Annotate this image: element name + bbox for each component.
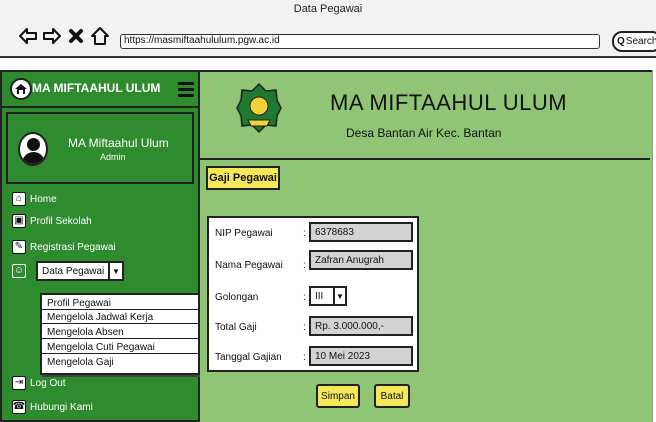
colon: : <box>303 228 306 239</box>
search-button-label: Search <box>625 36 656 47</box>
golongan-selected-value: III <box>315 290 324 302</box>
browser-toolbar: Data Pegawai https://masmiftaahululum.pg… <box>0 0 656 58</box>
sidebar-brand: MA MIFTAAHUL ULUM <box>32 81 161 95</box>
sidebar-item-home[interactable]: ⌂ Home <box>12 190 57 208</box>
colon: : <box>303 322 306 333</box>
page-title: MA MIFTAAHUL ULUM <box>330 90 568 115</box>
edit-icon: ✎ <box>12 240 26 254</box>
total-gaji-label: Total Gaji <box>215 322 257 333</box>
scrollbar[interactable] <box>652 70 656 422</box>
sidebar-item-label: Home <box>30 193 57 205</box>
data-pegawai-dropdown-menu: Profil Pegawai Mengelola Jadwal Kerja Me… <box>40 293 200 375</box>
nama-label: Nama Pegawai <box>215 260 283 271</box>
sidebar-item-log-out[interactable]: ⇥ Log Out <box>12 374 66 392</box>
main-content: MA MIFTAAHUL ULUM Desa Bantan Air Kec. B… <box>200 70 656 422</box>
sidebar-item-label: Registrasi Pegawai <box>30 241 116 253</box>
dropdown-option-profil-pegawai[interactable]: Profil Pegawai <box>42 297 198 310</box>
section-label: Gaji Pegawai <box>206 166 280 190</box>
dropdown-option-jadwal-kerja[interactable]: Mengelola Jadwal Kerja <box>42 311 198 324</box>
dropdown-option-gaji[interactable]: Mengelola Gaji <box>42 356 198 369</box>
nama-field[interactable]: Zafran Anugrah <box>309 250 413 270</box>
colon: : <box>303 260 306 271</box>
sidebar-item-hubungi-kami[interactable]: ☎ Hubungi Kami <box>12 398 93 416</box>
cancel-button[interactable]: Batal <box>374 384 410 408</box>
home-nav-button[interactable] <box>90 26 110 46</box>
address-bar[interactable]: https://masmiftaahululum.pgw.ac.id <box>120 34 600 49</box>
close-icon <box>69 29 83 43</box>
window-title: Data Pegawai <box>293 3 363 15</box>
sidebar-item-data-pegawai-icon-wrap: ☺ <box>12 262 26 280</box>
arrow-right-icon <box>43 28 61 44</box>
golongan-label: Golongan <box>215 292 259 303</box>
profile-role: Admin <box>100 152 126 162</box>
colon: : <box>303 352 306 363</box>
data-pegawai-dropdown[interactable]: Data Pegawai ▼ <box>36 261 124 281</box>
chevron-down-icon: ▼ <box>333 288 345 304</box>
phone-icon: ☎ <box>12 400 26 414</box>
golongan-select[interactable]: III ▼ <box>309 286 347 306</box>
sidebar-item-label: Log Out <box>30 377 66 389</box>
house-icon: ⌂ <box>12 192 26 206</box>
sidebar-item-label: Profil Sekolah <box>30 215 92 227</box>
hamburger-icon[interactable] <box>178 82 194 100</box>
chevron-down-icon: ▼ <box>108 263 122 279</box>
forward-button[interactable] <box>42 26 62 46</box>
dropdown-selected-value: Data Pegawai <box>42 265 105 277</box>
total-gaji-field[interactable]: Rp. 3.000.000,- <box>309 316 413 336</box>
page-subtitle: Desa Bantan Air Kec. Bantan <box>346 126 502 140</box>
profile-card: MA Miftaahul Ulum Admin <box>6 112 194 184</box>
colon: : <box>303 292 306 303</box>
tanggal-gajian-label: Tanggal Gajian <box>215 352 282 363</box>
stop-button[interactable] <box>66 26 86 46</box>
logout-icon: ⇥ <box>12 376 26 390</box>
header-divider <box>200 158 650 160</box>
profile-name: MA Miftaahul Ulum <box>68 136 169 150</box>
kemenag-logo-icon <box>236 82 282 134</box>
user-icon: ☺ <box>12 264 26 278</box>
dropdown-option-cuti-pegawai[interactable]: Mengelola Cuti Pegawai <box>42 341 198 354</box>
search-button[interactable]: Q Search <box>612 31 656 52</box>
nip-label: NIP Pegawai <box>215 228 273 239</box>
salary-form: NIP Pegawai : 6378683 Nama Pegawai : Zaf… <box>207 216 419 372</box>
sidebar: MA MIFTAAHUL ULUM MA Miftaahul Ulum Admi… <box>0 70 200 422</box>
school-icon: ▣ <box>12 214 26 228</box>
search-icon: Q <box>617 36 625 47</box>
sidebar-item-label: Hubungi Kami <box>30 401 93 413</box>
save-button[interactable]: Simpan <box>316 384 360 408</box>
sidebar-header: MA MIFTAAHUL ULUM <box>2 72 198 108</box>
sidebar-item-profil-sekolah[interactable]: ▣ Profil Sekolah <box>12 212 92 230</box>
back-button[interactable] <box>18 26 38 46</box>
tanggal-gajian-field[interactable]: 10 Mei 2023 <box>309 346 413 366</box>
nip-field[interactable]: 6378683 <box>309 222 413 242</box>
dropdown-option-absen[interactable]: Mengelola Absen <box>42 326 198 339</box>
school-logo-icon <box>10 78 32 100</box>
arrow-left-icon <box>19 28 37 44</box>
avatar <box>18 132 48 166</box>
sidebar-item-registrasi-pegawai[interactable]: ✎ Registrasi Pegawai <box>12 238 116 256</box>
home-icon <box>91 27 109 45</box>
